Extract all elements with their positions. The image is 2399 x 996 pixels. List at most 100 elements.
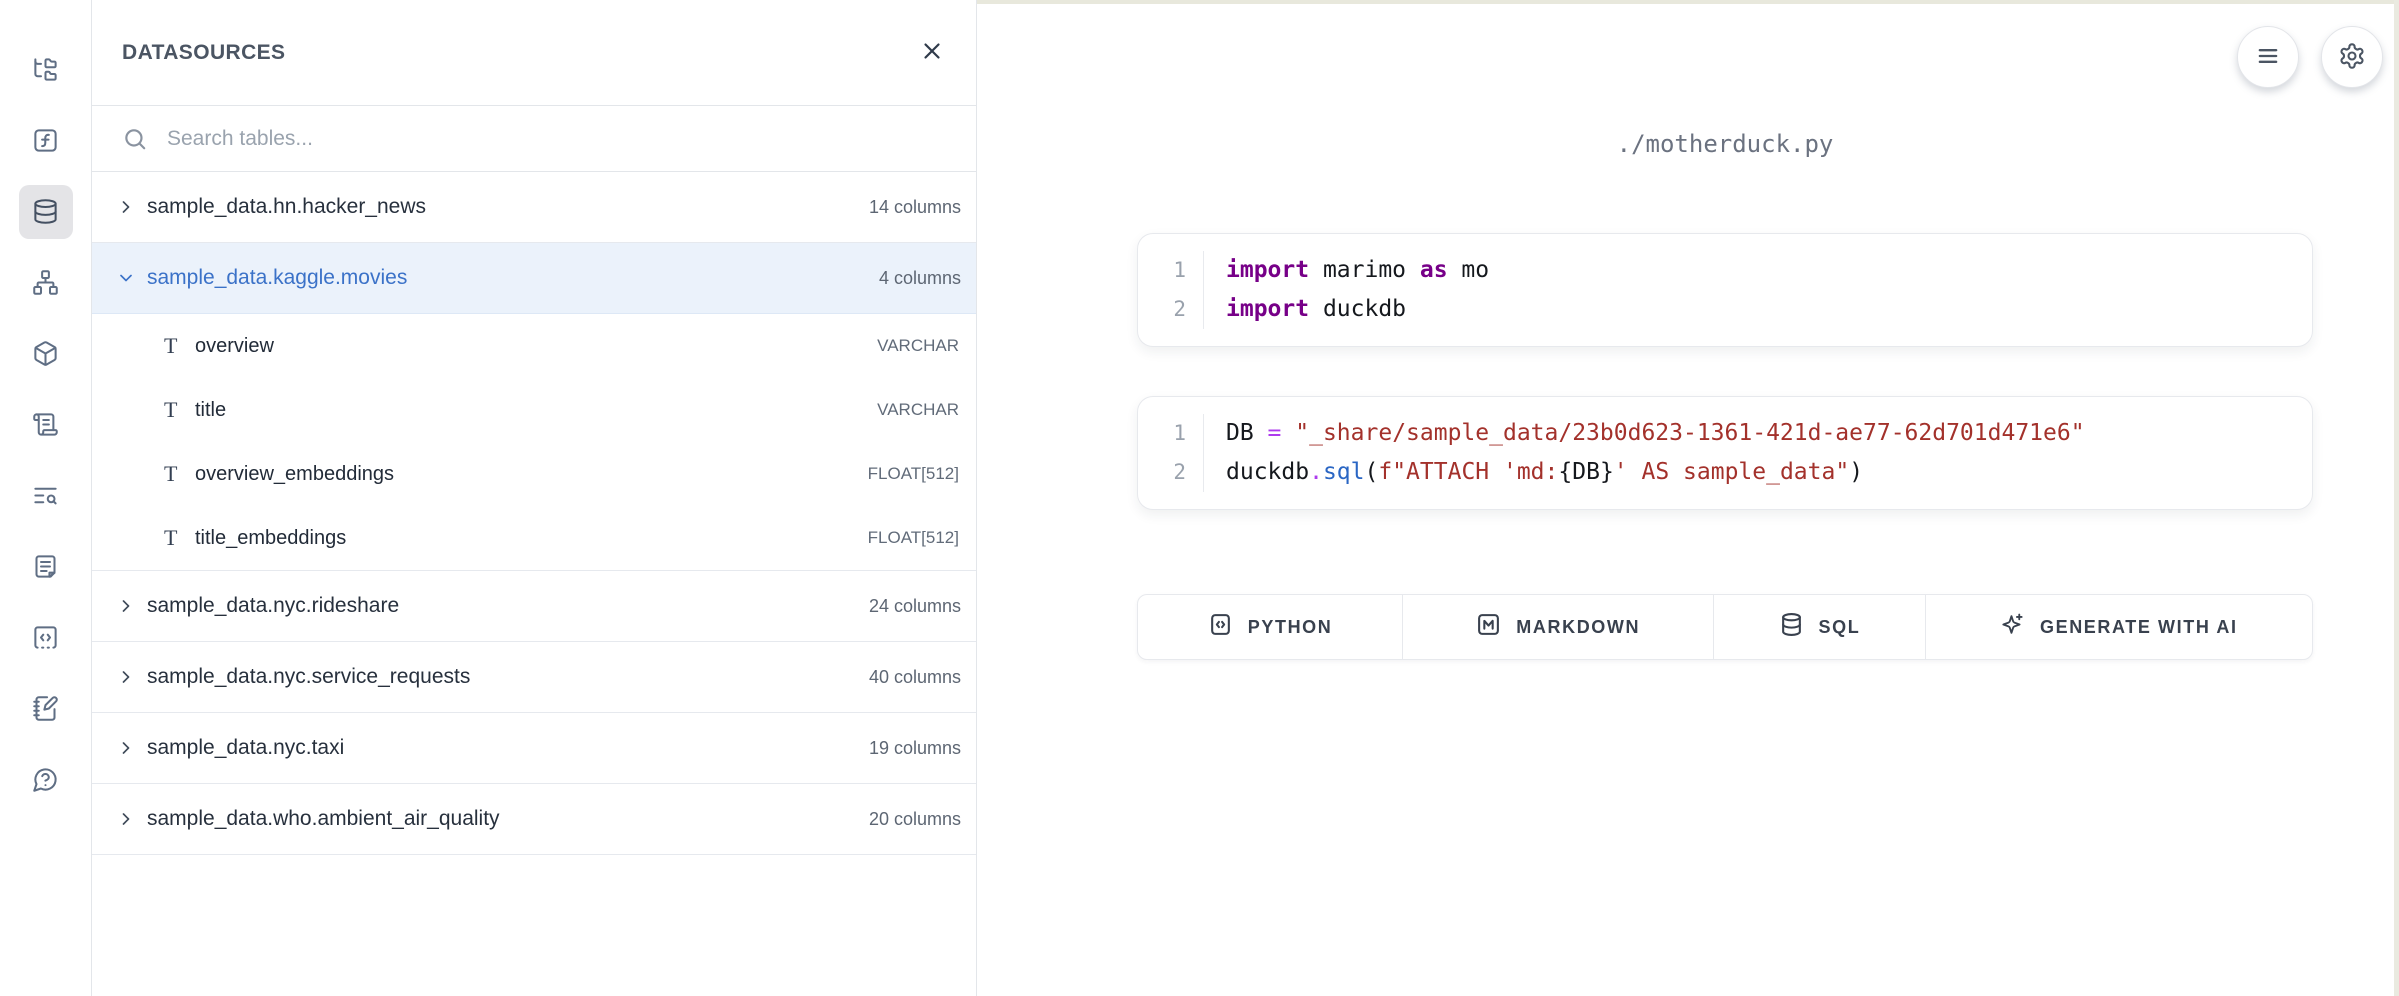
rail-packages-button[interactable] bbox=[0, 318, 92, 389]
square-m-icon bbox=[1476, 612, 1501, 642]
column-row-title[interactable]: T title VARCHAR bbox=[92, 378, 976, 442]
code-token: { bbox=[1558, 459, 1572, 485]
menu-icon bbox=[2254, 42, 2282, 73]
text-type-icon: T bbox=[164, 525, 195, 551]
add-button-label: MARKDOWN bbox=[1516, 617, 1640, 638]
add-sql-cell-button[interactable]: SQL bbox=[1713, 595, 1924, 659]
notebook-filename[interactable]: ./motherduck.py bbox=[1137, 126, 2313, 162]
table-name: sample_data.hn.hacker_news bbox=[147, 195, 426, 219]
code-editor[interactable]: import marimo as moimport duckdb bbox=[1204, 251, 1489, 329]
table-row-taxi[interactable]: sample_data.nyc.taxi 19 columns bbox=[92, 713, 976, 784]
code-line: import marimo as mo bbox=[1226, 251, 1489, 290]
rail-file-explorer-button[interactable] bbox=[0, 34, 92, 105]
code-token: DB bbox=[1226, 420, 1268, 446]
table-row-kaggle-movies[interactable]: sample_data.kaggle.movies 4 columns bbox=[92, 243, 976, 314]
add-button-label: GENERATE WITH AI bbox=[2040, 617, 2238, 638]
chevron-right-icon bbox=[116, 596, 140, 616]
table-row-service-requests[interactable]: sample_data.nyc.service_requests 40 colu… bbox=[92, 642, 976, 713]
close-panel-button[interactable] bbox=[910, 31, 954, 75]
table-name: sample_data.kaggle.movies bbox=[147, 266, 407, 290]
column-type: VARCHAR bbox=[877, 336, 959, 356]
table-column-count: 20 columns bbox=[869, 809, 961, 830]
chevron-right-icon bbox=[116, 197, 140, 217]
code-token: duckdb bbox=[1226, 459, 1309, 485]
line-number: 1 bbox=[1173, 251, 1186, 290]
line-number-gutter: 1 2 bbox=[1138, 414, 1204, 492]
code-editor[interactable]: DB = "_share/sample_data/23b0d623-1361-4… bbox=[1204, 414, 2085, 492]
chevron-down-icon bbox=[116, 268, 140, 288]
table-column-count: 24 columns bbox=[869, 596, 961, 617]
sparkles-icon bbox=[2000, 612, 2025, 642]
rail-scratchpad-button[interactable] bbox=[0, 673, 92, 744]
panel-empty-space bbox=[92, 855, 976, 996]
column-row-overview[interactable]: T overview VARCHAR bbox=[92, 314, 976, 378]
code-token: "_share/sample_data/23b0d623-1361-421d-a… bbox=[1295, 420, 2084, 446]
add-python-cell-button[interactable]: PYTHON bbox=[1138, 595, 1402, 659]
code-token: ) bbox=[1849, 459, 1863, 485]
package-box-icon bbox=[19, 327, 73, 381]
table-name: sample_data.who.ambient_air_quality bbox=[147, 807, 500, 831]
table-row-hacker-news[interactable]: sample_data.hn.hacker_news 14 columns bbox=[92, 172, 976, 243]
notebook-menu-button[interactable] bbox=[2237, 26, 2299, 88]
code-cell-imports[interactable]: 1 2 import marimo as moimport duckdb bbox=[1137, 233, 2313, 347]
code-token: import bbox=[1226, 296, 1309, 322]
notebook-actions bbox=[2237, 26, 2383, 88]
top-edge-strip bbox=[977, 0, 2399, 4]
text-type-icon: T bbox=[164, 461, 195, 487]
search-tables-row bbox=[92, 106, 976, 172]
rail-datasources-button[interactable] bbox=[0, 176, 92, 247]
code-token: } bbox=[1600, 459, 1614, 485]
line-number: 2 bbox=[1173, 290, 1186, 329]
sidebar-rail bbox=[0, 0, 92, 996]
code-token: = bbox=[1268, 420, 1282, 446]
line-number: 2 bbox=[1173, 453, 1186, 492]
rail-dependencies-button[interactable] bbox=[0, 247, 92, 318]
table-name: sample_data.nyc.service_requests bbox=[147, 665, 470, 689]
column-name: title_embeddings bbox=[195, 527, 346, 550]
panel-title: DATASOURCES bbox=[122, 41, 285, 65]
code-token: as bbox=[1420, 257, 1448, 283]
column-name: overview_embeddings bbox=[195, 463, 394, 486]
table-row-rideshare[interactable]: sample_data.nyc.rideshare 24 columns bbox=[92, 571, 976, 642]
rail-documentation-button[interactable] bbox=[0, 531, 92, 602]
code-token: DB bbox=[1572, 459, 1600, 485]
code-token: . bbox=[1309, 459, 1323, 485]
tables-list: sample_data.hn.hacker_news 14 columns sa… bbox=[92, 172, 976, 855]
rail-help-button[interactable] bbox=[0, 744, 92, 815]
line-number: 1 bbox=[1173, 414, 1186, 453]
function-square-icon bbox=[19, 114, 73, 168]
add-button-label: PYTHON bbox=[1248, 617, 1333, 638]
column-row-title-embeddings[interactable]: T title_embeddings FLOAT[512] bbox=[92, 506, 976, 570]
code-cell-attach-db[interactable]: 1 2 DB = "_share/sample_data/23b0d623-13… bbox=[1137, 396, 2313, 510]
search-tables-input[interactable] bbox=[165, 126, 946, 152]
code-snippets-icon bbox=[19, 611, 73, 665]
rail-logs-button[interactable] bbox=[0, 389, 92, 460]
add-cell-bar: PYTHON MARKDOWN SQL GENERATE WITH AI bbox=[1137, 594, 2313, 660]
app-window: DATASOURCES sample_data.hn.hacker_news 1… bbox=[0, 0, 2399, 996]
dependency-graph-icon bbox=[19, 256, 73, 310]
close-icon bbox=[919, 38, 945, 67]
code-line: import duckdb bbox=[1226, 290, 1489, 329]
right-edge-strip bbox=[2394, 0, 2399, 996]
column-row-overview-embeddings[interactable]: T overview_embeddings FLOAT[512] bbox=[92, 442, 976, 506]
code-line: duckdb.sql(f"ATTACH 'md:{DB}' AS sample_… bbox=[1226, 453, 2085, 492]
code-token: import bbox=[1226, 257, 1309, 283]
datasources-panel-header: DATASOURCES bbox=[92, 0, 976, 106]
rail-snippets-button[interactable] bbox=[0, 602, 92, 673]
rail-variables-button[interactable] bbox=[0, 105, 92, 176]
search-icon bbox=[122, 126, 148, 152]
table-name: sample_data.nyc.rideshare bbox=[147, 594, 399, 618]
rail-tracebacks-button[interactable] bbox=[0, 460, 92, 531]
code-line: DB = "_share/sample_data/23b0d623-1361-4… bbox=[1226, 414, 2085, 453]
code-token: ( bbox=[1365, 459, 1379, 485]
generate-with-ai-button[interactable]: GENERATE WITH AI bbox=[1925, 595, 2312, 659]
text-type-icon: T bbox=[164, 333, 195, 359]
column-name: title bbox=[195, 399, 226, 422]
text-search-icon bbox=[19, 469, 73, 523]
table-row-ambient-air-quality[interactable]: sample_data.who.ambient_air_quality 20 c… bbox=[92, 784, 976, 855]
text-type-icon: T bbox=[164, 397, 195, 423]
add-markdown-cell-button[interactable]: MARKDOWN bbox=[1402, 595, 1713, 659]
chevron-right-icon bbox=[116, 667, 140, 687]
settings-button[interactable] bbox=[2321, 26, 2383, 88]
column-name: overview bbox=[195, 335, 274, 358]
